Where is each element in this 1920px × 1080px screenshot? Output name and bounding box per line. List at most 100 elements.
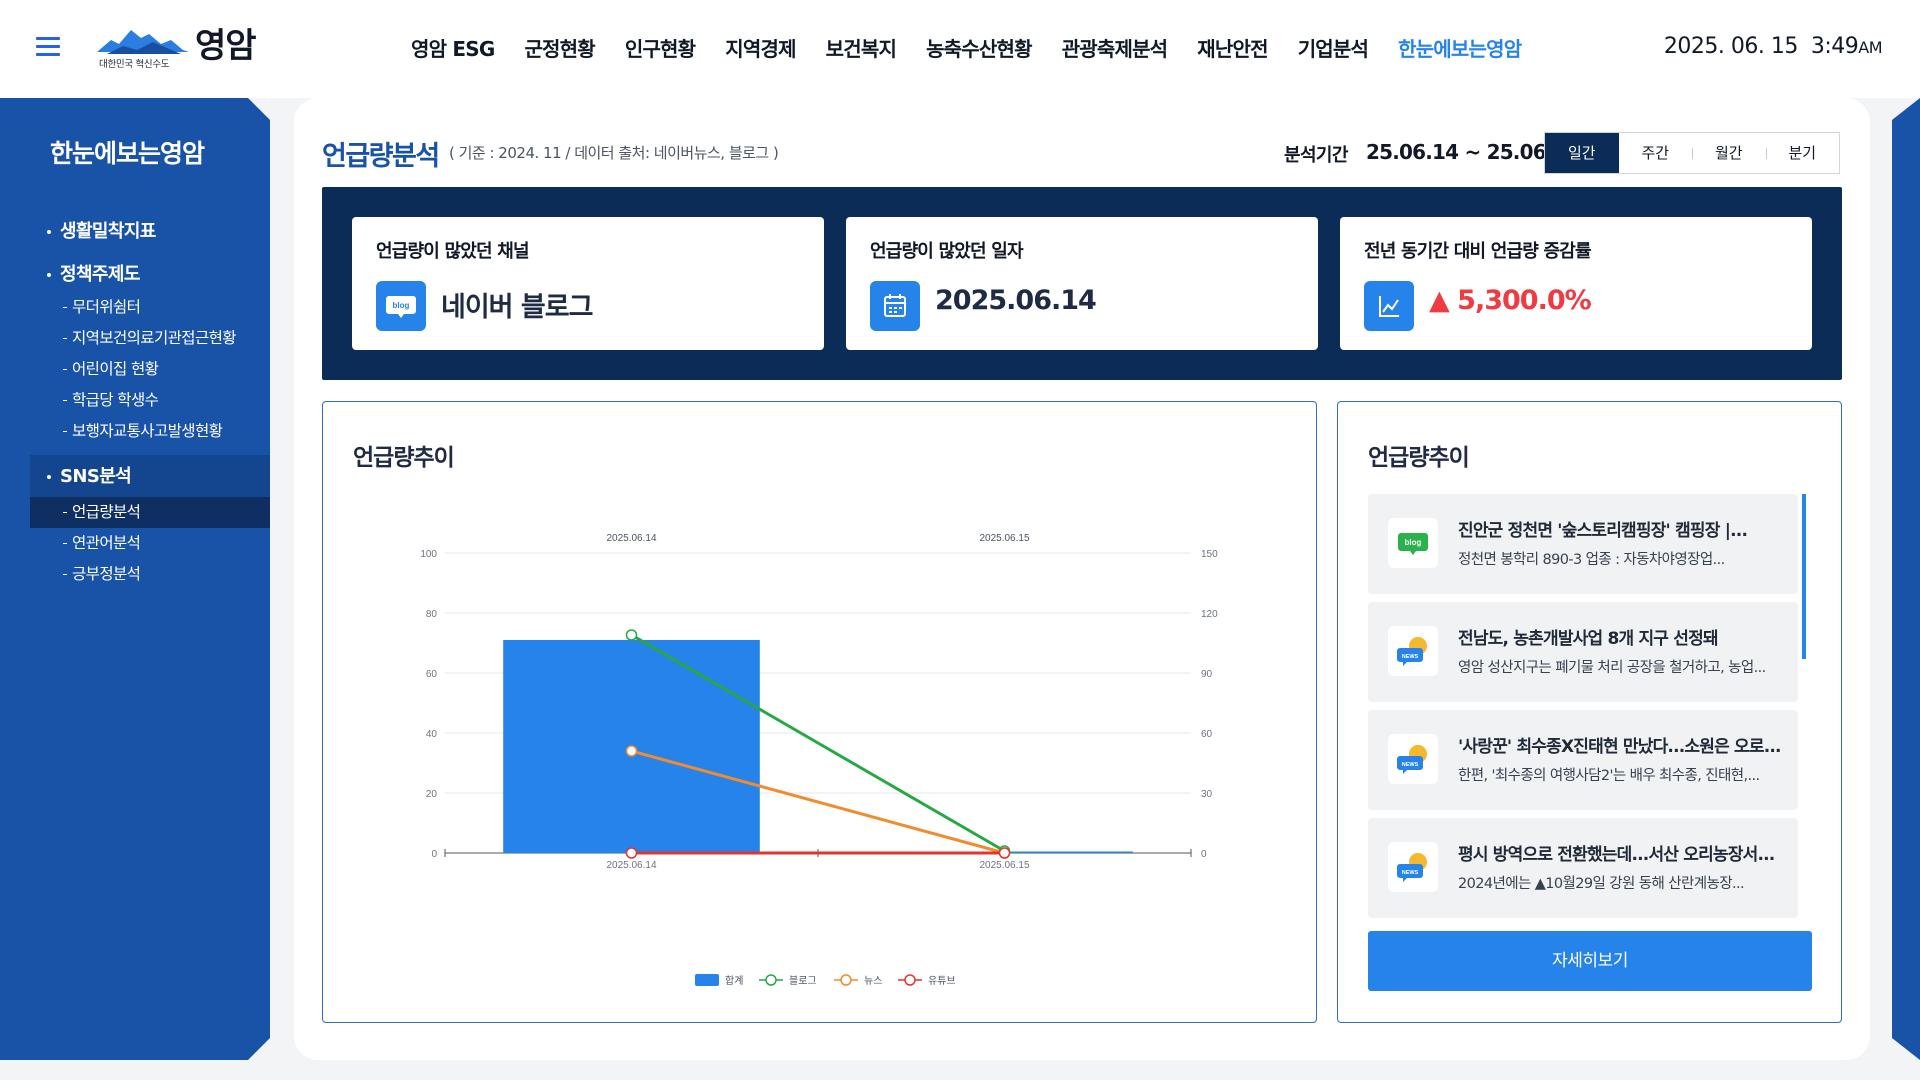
clock: 2025. 06. 15 3:49AM [1664, 34, 1883, 59]
card-label: 언급량이 많았던 채널 [376, 241, 530, 262]
point-블로그 [625, 629, 638, 641]
sidebar-menu: 생활밀착지표 정책주제도 무더위쉼터 지역보건의료기관접근현황 어린이집 현황 학급당 학… [30, 210, 270, 590]
period-tab[interactable]: 주간 [1619, 133, 1693, 173]
x-tick-label-top: 2025.06.15 [979, 533, 1029, 544]
x-tick-label: 2025.06.15 [979, 860, 1029, 871]
y-tick-label-right: 30 [1201, 789, 1213, 800]
sidebar-item[interactable]: 학급당 학생수 [30, 385, 270, 416]
svg-text:NEWS: NEWS [1402, 870, 1419, 876]
news-item[interactable]: NEWS '사랑꾼' 최수종X진태현 만났다...소원은 오로... 한편, '최수… [1368, 710, 1798, 810]
news-item[interactable]: blog 진안군 정천면 '숲스토리캠핑장' 캠핑장 |... 정천면 봉학리 89… [1368, 494, 1798, 594]
page-title: 언급량분석 [322, 141, 440, 172]
news-list[interactable]: blog 진안군 정천면 '숲스토리캠핑장' 캠핑장 |... 정천면 봉학리 89… [1368, 494, 1806, 919]
trend-chart-icon [1364, 281, 1414, 331]
card-top-date: 언급량이 많았던 일자 2025.06.14 [846, 217, 1318, 350]
sidebar-title: 한눈에보는영암 [50, 139, 205, 168]
y-tick-label-right: 60 [1201, 729, 1213, 740]
svg-text:NEWS: NEWS [1402, 762, 1419, 768]
right-decoration [1892, 98, 1920, 1060]
legend-swatch [695, 974, 719, 986]
period-tab[interactable]: 일간 [1545, 133, 1619, 173]
nav-item[interactable]: 보건복지 [811, 32, 911, 66]
nav-item[interactable]: 지역경제 [710, 32, 810, 66]
mention-trend-chart: 0 20 40 60 80 100 0 30 60 90 120 150 2025.06.14 2025.… [420, 533, 1218, 987]
legend-label: 유튜브 [928, 975, 956, 987]
period-label: 분석기간 [1284, 145, 1348, 166]
sidebar-item[interactable]: 언급량분석 [30, 497, 270, 528]
summary-box: 언급량이 많았던 채널 blog 네이버 블로그 언급량이 많았던 일자 202… [322, 187, 1842, 380]
y-tick-label-right: 90 [1201, 669, 1213, 680]
news-description: 한편, '최수종의 여행사담2'는 배우 최수종, 진태현,... [1458, 768, 1760, 784]
card-value: ▲ 5,300.0% [1429, 285, 1592, 316]
card-label: 언급량이 많았던 일자 [870, 241, 1024, 262]
nav-item[interactable]: 군정현황 [509, 32, 609, 66]
news-title: 평시 방역으로 전환했는데...서산 오리농장서... [1458, 845, 1775, 865]
y-tick-label-left: 60 [426, 669, 438, 680]
period-tab[interactable]: 분기 [1765, 133, 1840, 173]
nav-item[interactable]: 한눈에보는영암 [1383, 32, 1536, 66]
sidebar-item[interactable]: 긍부정분석 [30, 559, 270, 590]
x-tick-label: 2025.06.14 [606, 860, 656, 871]
news-icon: NEWS [1388, 842, 1438, 892]
sidebar-item[interactable]: 정책주제도 [30, 253, 270, 296]
legend-marker [904, 974, 916, 986]
card-value: 2025.06.14 [935, 285, 1097, 316]
am-pm: AM [1858, 38, 1882, 57]
nav-item[interactable]: 농축수산현황 [911, 32, 1047, 66]
period-tabs: 일간 주간 월간 분기 [1544, 132, 1840, 174]
point-뉴스 [625, 745, 638, 757]
sidebar: 한눈에보는영암 생활밀착지표 정책주제도 무더위쉼터 지역보건의료기관접근현황 어린이집… [0, 98, 270, 1060]
legend-label: 뉴스 [864, 975, 882, 987]
y-tick-label-left: 80 [426, 609, 438, 620]
nav-item[interactable]: 영암 ESG [396, 32, 509, 66]
news-title: 전남도, 농촌개발사업 8개 지구 선정돼 [1458, 629, 1719, 649]
period-tab[interactable]: 월간 [1692, 133, 1766, 173]
nav-item[interactable]: 인구현황 [610, 32, 710, 66]
scrollbar-thumb[interactable] [1802, 494, 1806, 659]
sidebar-item[interactable]: 무더위쉼터 [30, 292, 270, 323]
legend-marker [840, 974, 852, 986]
card-label: 전년 동기간 대비 언급량 증감률 [1364, 241, 1592, 262]
news-item[interactable]: NEWS 전남도, 농촌개발사업 8개 지구 선정돼 영암 성산지구는 폐기물 처리… [1368, 602, 1798, 702]
blog-icon: blog [376, 281, 426, 331]
sidebar-item[interactable]: 연관어분석 [30, 528, 270, 559]
card-growth-rate: 전년 동기간 대비 언급량 증감률 ▲ 5,300.0% [1340, 217, 1812, 350]
y-tick-label-right: 0 [1201, 849, 1207, 860]
legend-label: 합계 [725, 975, 743, 987]
nav-item[interactable]: 재난안전 [1182, 32, 1282, 66]
legend-marker [765, 974, 777, 986]
sidebar-item[interactable]: 어린이집 현황 [30, 354, 270, 385]
svg-text:blog: blog [393, 301, 410, 310]
calendar-icon [870, 281, 920, 331]
more-button[interactable]: 자세히보기 [1368, 931, 1812, 991]
menu-icon[interactable] [36, 37, 60, 57]
current-time: 3:49 [1810, 34, 1859, 59]
legend-label: 블로그 [789, 975, 817, 987]
svg-text:blog: blog [1405, 538, 1422, 547]
news-icon: NEWS [1388, 734, 1438, 784]
sidebar-item[interactable]: SNS분석 [30, 455, 270, 498]
main-content: 언급량분석 ( 기준 : 2024. 11 / 데이터 출처: 네이버뉴스, 블… [294, 98, 1870, 1060]
news-description: 영암 성산지구는 폐기물 처리 공장을 철거하고, 농업... [1458, 660, 1766, 676]
news-item[interactable]: NEWS 평시 방역으로 전환했는데...서산 오리농장서... 2024년에는 ▲… [1368, 818, 1798, 918]
card-value: 네이버 블로그 [441, 292, 593, 323]
y-tick-label-left: 40 [426, 729, 438, 740]
sidebar-item[interactable]: 생활밀착지표 [30, 210, 270, 253]
y-tick-label-left: 0 [431, 849, 437, 860]
nav-item[interactable]: 관광축제분석 [1047, 32, 1183, 66]
sidebar-item[interactable]: 지역보건의료기관접근현황 [30, 323, 270, 354]
y-tick-label-left: 100 [420, 549, 437, 560]
panel-title: 언급량추이 [1368, 445, 1470, 471]
sidebar-item[interactable]: 보행자교통사고발생현황 [30, 416, 270, 447]
nav-item[interactable]: 기업분석 [1283, 32, 1383, 66]
logo[interactable]: 대한민국 혁신수도 영암 [97, 26, 259, 70]
news-description: 정천면 봉학리 890-3 업종 : 자동차야영장업... [1458, 552, 1725, 568]
x-tick-label-top: 2025.06.14 [606, 533, 656, 544]
main-navigation: 영암 ESG 군정현황 인구현황 지역경제 보건복지 농축수산현황 관광축제분석 재난안전 기업… [396, 32, 1536, 66]
y-tick-label-right: 150 [1201, 549, 1218, 560]
top-header: 대한민국 혁신수도 영암 영암 ESG 군정현황 인구현황 지역경제 보건복지 농축수산현… [0, 0, 1920, 98]
blog-icon: blog [1388, 518, 1438, 568]
news-panel: 언급량추이 blog 진안군 정천면 '숲스토리캠핑장' 캠핑장 |... 정천면 … [1337, 401, 1842, 1023]
point-유튜브 [625, 847, 638, 859]
y-tick-label-right: 120 [1201, 609, 1218, 620]
